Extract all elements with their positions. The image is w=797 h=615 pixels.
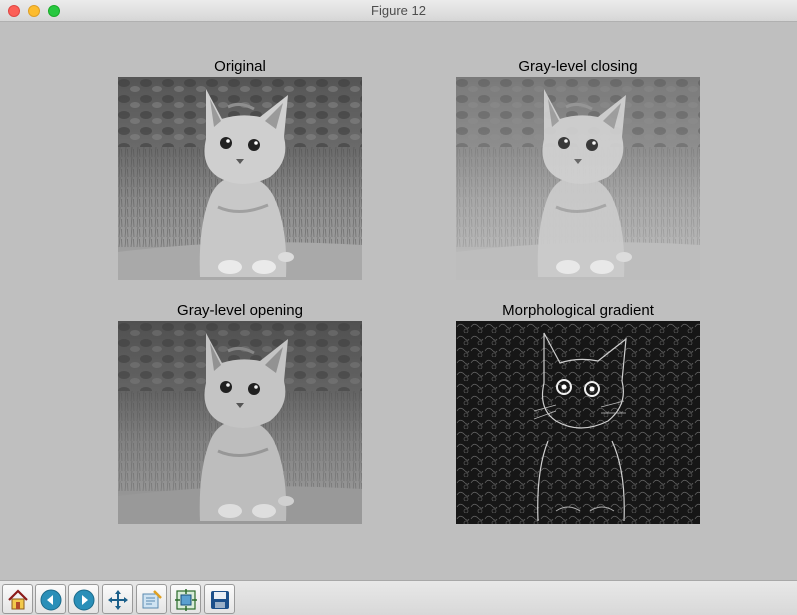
navigation-toolbar (0, 580, 797, 615)
subplot-title-closing: Gray-level closing (518, 58, 638, 75)
image-closing (456, 77, 700, 280)
window-titlebar: Figure 12 (0, 0, 797, 22)
zoom-icon (142, 590, 162, 609)
home-icon (8, 589, 28, 610)
pan-button[interactable] (102, 584, 133, 614)
image-original (118, 77, 362, 280)
forward-button[interactable] (68, 584, 99, 614)
configure-subplots-icon (175, 589, 197, 611)
subplot-title-original: Original (214, 58, 266, 75)
home-button[interactable] (2, 584, 33, 614)
back-button[interactable] (35, 584, 66, 614)
zoom-button[interactable] (136, 584, 167, 614)
pan-icon (108, 590, 128, 610)
save-icon (211, 591, 229, 609)
figure-canvas: Original Gray-level closing Gray-level o… (0, 22, 797, 580)
subplot-title-opening: Gray-level opening (177, 302, 303, 319)
back-icon (40, 589, 62, 611)
forward-icon (73, 589, 95, 611)
subplot-title-gradient: Morphological gradient (502, 302, 654, 319)
window-title: Figure 12 (371, 3, 426, 18)
save-button[interactable] (204, 584, 235, 614)
configure-subplots-button[interactable] (170, 584, 201, 614)
image-opening (118, 321, 362, 524)
image-gradient (456, 321, 700, 524)
